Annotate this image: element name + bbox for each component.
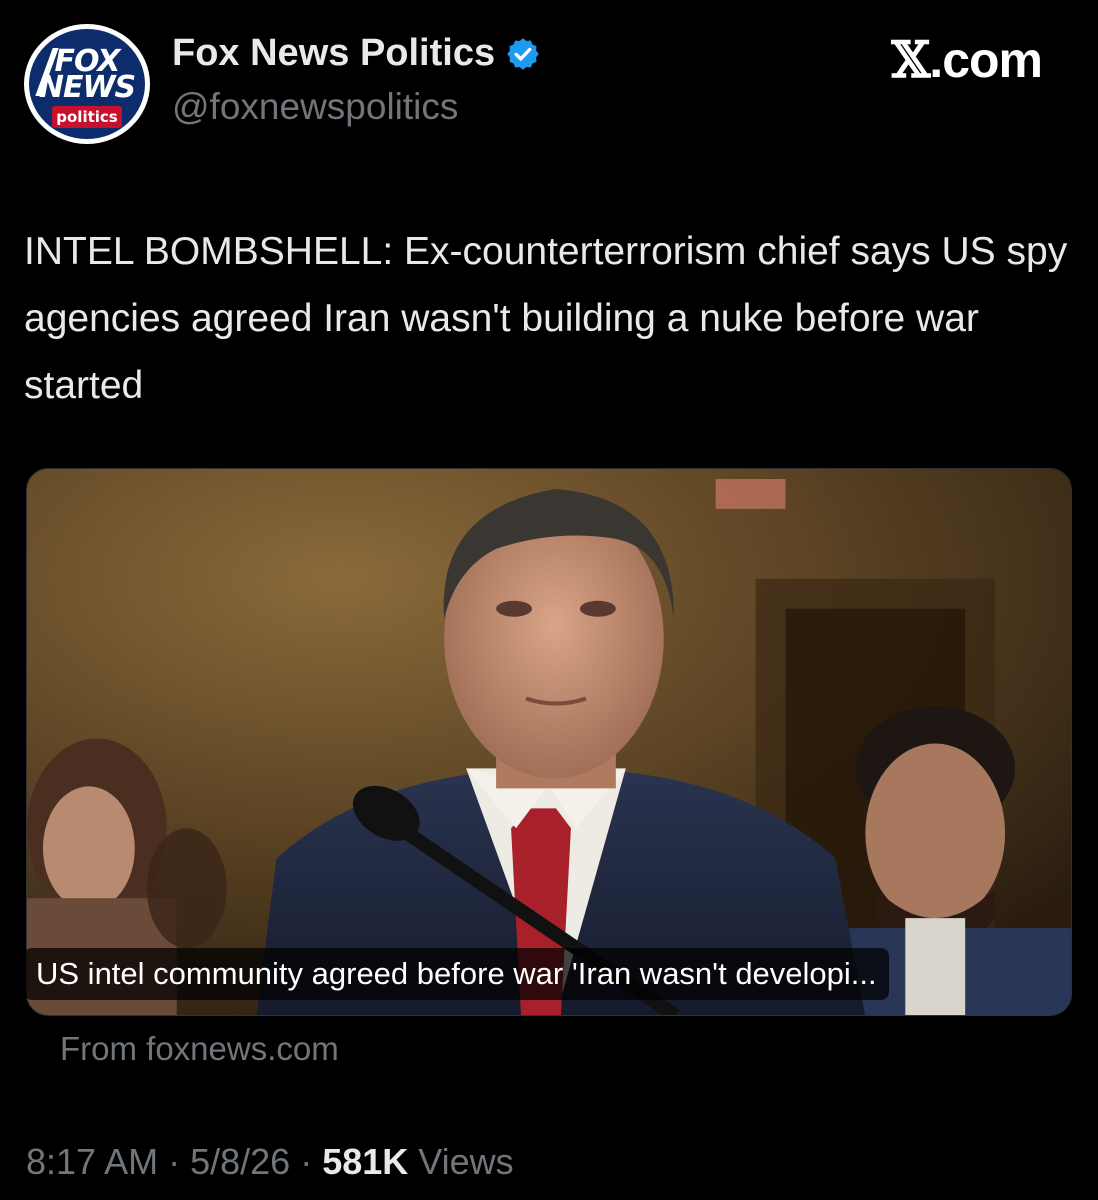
author-handle[interactable]: @foxnewspolitics [172, 86, 458, 128]
link-card-caption: US intel community agreed before war 'Ir… [24, 948, 889, 1000]
post-time[interactable]: 8:17 AM [26, 1141, 158, 1182]
x-com-watermark: 𝕏.com [892, 30, 1043, 89]
watermark-suffix: .com [929, 32, 1043, 88]
meta-separator: · [158, 1141, 191, 1182]
link-card-source[interactable]: From foxnews.com [60, 1030, 339, 1068]
post-meta-row: 8:17 AM · 5/8/26 · 581K Views [26, 1141, 514, 1183]
views-label: Views [408, 1141, 514, 1182]
post-date[interactable]: 5/8/26 [190, 1141, 290, 1182]
author-avatar[interactable]: FOX NEWS politics [24, 24, 150, 144]
link-card[interactable] [26, 468, 1072, 1016]
verified-badge-icon [507, 37, 539, 70]
post-text: INTEL BOMBSHELL: Ex-counterterrorism chi… [24, 230, 1068, 407]
author-name-row: Fox News Politics [172, 32, 541, 75]
author-display-name[interactable]: Fox News Politics [172, 32, 495, 75]
meta-separator: · [290, 1141, 323, 1182]
x-logo-icon: 𝕏 [891, 30, 931, 89]
logo-politics-badge: politics [52, 106, 122, 128]
logo-news-text: NEWS [38, 70, 136, 105]
views-count: 581K [322, 1141, 409, 1182]
card-photo [27, 469, 1071, 1015]
